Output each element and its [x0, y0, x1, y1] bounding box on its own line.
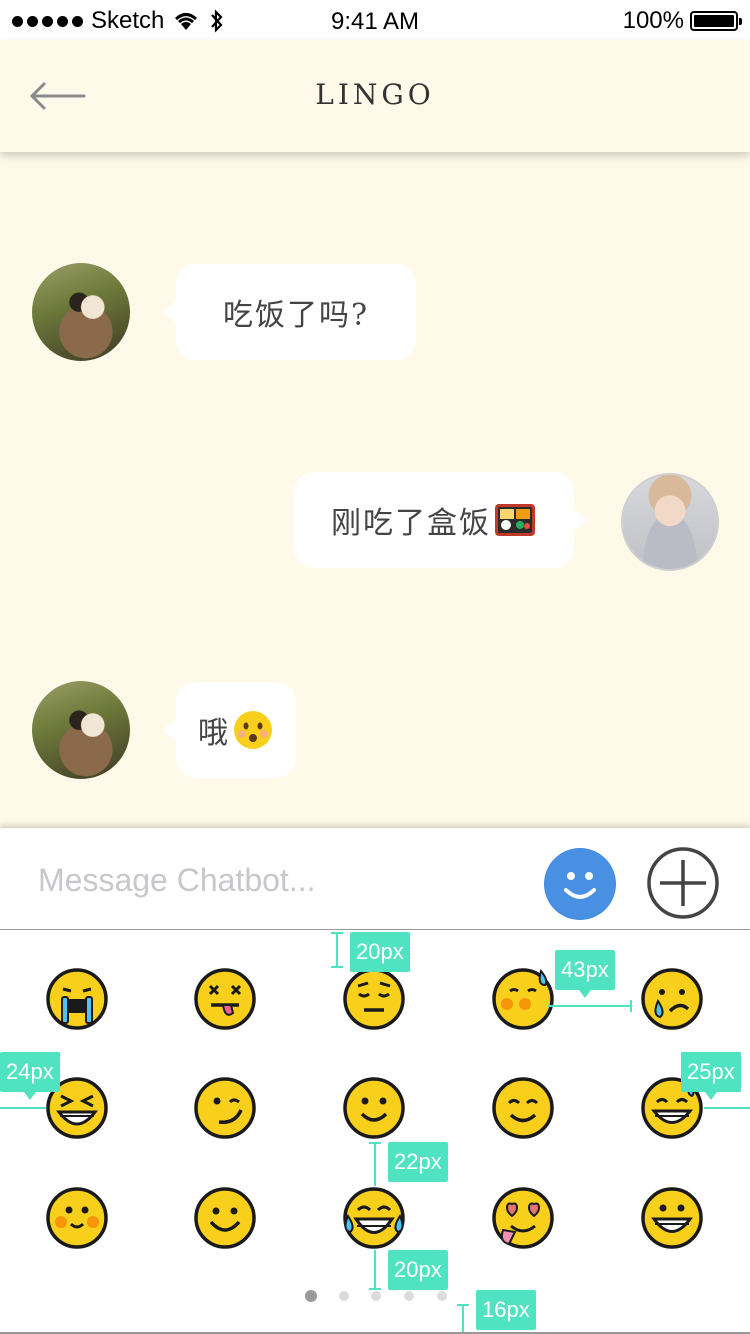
- emoji-toggle-button[interactable]: [544, 848, 616, 920]
- page-dot-2[interactable]: [339, 1291, 349, 1301]
- message-bubble-bot[interactable]: 哦: [162, 682, 296, 778]
- page-title: LINGO: [315, 78, 435, 111]
- grinning-face-icon[interactable]: [640, 1186, 704, 1250]
- chat-screen: Sketch 9:41 AM 100% LINGO 吃饭了吗? 刚吃了盒饭 哦 …: [0, 0, 750, 1334]
- page-dot-3[interactable]: [371, 1291, 381, 1301]
- heart-eyes-face-icon[interactable]: [491, 1186, 555, 1250]
- spacing-guide: [369, 1142, 381, 1144]
- spacing-guide: [548, 1005, 632, 1007]
- message-input-bar: [0, 828, 750, 930]
- spacing-annotation: 22px: [388, 1142, 448, 1182]
- spacing-guide: [369, 1288, 381, 1290]
- page-dot-5[interactable]: [437, 1291, 447, 1301]
- message-input[interactable]: [38, 856, 518, 904]
- bot-avatar[interactable]: [32, 263, 130, 361]
- spacing-annotation: 20px: [388, 1250, 448, 1290]
- blushing-face-icon[interactable]: [45, 1186, 109, 1250]
- spacing-annotation: 25px: [681, 1052, 741, 1100]
- spacing-guide: [374, 1142, 376, 1186]
- tears-of-joy-face-icon[interactable]: [342, 1186, 406, 1250]
- spacing-guide: [374, 1250, 376, 1290]
- add-attachment-button[interactable]: [646, 846, 720, 920]
- hushed-face-icon: [234, 711, 272, 749]
- page-dot-1[interactable]: [305, 1290, 317, 1302]
- emoji-page-indicator: [0, 1290, 750, 1304]
- message-bubble-user[interactable]: 刚吃了盒饭: [294, 472, 588, 568]
- user-avatar[interactable]: [621, 473, 719, 571]
- spacing-annotation: 43px: [555, 950, 615, 998]
- blush-smile-face-icon[interactable]: [491, 1076, 555, 1140]
- status-right: 100%: [622, 7, 742, 35]
- spacing-guide: [462, 1304, 464, 1332]
- message-text: 刚吃了盒饭: [331, 506, 491, 541]
- sad-tear-face-icon[interactable]: [640, 967, 704, 1031]
- status-bar: Sketch 9:41 AM 100%: [0, 0, 750, 40]
- sweat-smile-face-icon[interactable]: [491, 967, 555, 1031]
- dizzy-face-icon[interactable]: [193, 967, 257, 1031]
- smirk-face-icon[interactable]: [193, 1076, 257, 1140]
- spacing-guide: [331, 966, 343, 968]
- message-bubble-bot[interactable]: 吃饭了吗?: [162, 264, 416, 360]
- spacing-annotation: 16px: [476, 1290, 536, 1330]
- spacing-annotation: 24px: [0, 1052, 60, 1100]
- spacing-guide: [704, 1107, 750, 1109]
- bot-avatar[interactable]: [32, 681, 130, 779]
- battery-icon: [690, 11, 742, 31]
- message-text: 哦: [198, 716, 230, 751]
- spacing-annotation: 20px: [350, 932, 410, 972]
- battery-percent: 100%: [622, 7, 684, 34]
- spacing-guide: [0, 1107, 46, 1109]
- smile-face-icon[interactable]: [193, 1186, 257, 1250]
- navigation-bar: LINGO: [0, 40, 750, 152]
- emoji-panel: 20px 43px 24px 25px 22px 20px 16px: [0, 930, 750, 1334]
- message-text: 吃饭了吗?: [222, 298, 370, 333]
- bento-box-icon: [495, 504, 535, 536]
- relieved-face-icon[interactable]: [342, 967, 406, 1031]
- crying-face-icon[interactable]: [45, 967, 109, 1031]
- slight-smile-face-icon[interactable]: [342, 1076, 406, 1140]
- page-dot-4[interactable]: [404, 1291, 414, 1301]
- spacing-guide: [336, 932, 338, 968]
- spacing-guide: [457, 1304, 469, 1306]
- spacing-guide: [630, 1000, 632, 1012]
- spacing-guide: [331, 932, 343, 934]
